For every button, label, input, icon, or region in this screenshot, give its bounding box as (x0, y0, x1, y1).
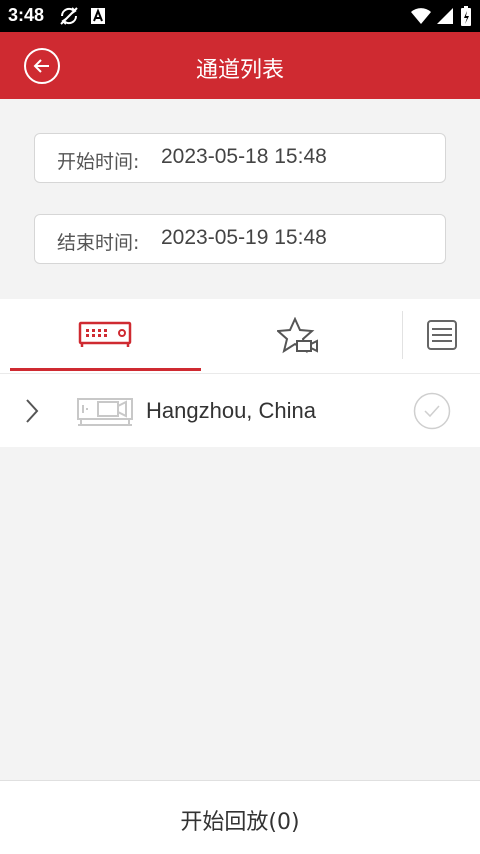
list-item-device[interactable]: Hangzhou, China (0, 374, 480, 447)
end-time-label: 结束时间: (57, 232, 140, 254)
battery-charging-icon (461, 6, 471, 26)
favorite-camera-icon (277, 317, 318, 354)
signal-icon (437, 8, 453, 24)
page-title: 通道列表 (195, 58, 284, 83)
app-bar: 通道列表 (0, 32, 480, 99)
status-bar: 3:48 (0, 0, 480, 32)
tab-list[interactable] (403, 299, 480, 373)
start-time-label: 开始时间: (57, 151, 140, 173)
check-circle-icon[interactable] (413, 392, 451, 430)
start-time-value: 2023-05-18 15:48 (161, 145, 327, 168)
bottom-bar: 开始回放(0) (0, 780, 480, 854)
start-playback-button[interactable]: 开始回放(0) (0, 804, 480, 836)
tab-devices[interactable] (10, 299, 201, 373)
end-time-field[interactable]: 结束时间: 2023-05-19 15:48 (34, 214, 446, 264)
list-icon (427, 320, 457, 350)
start-time-field[interactable]: 开始时间: 2023-05-18 15:48 (34, 133, 446, 183)
notification-a-icon (91, 8, 105, 24)
dvr-device-icon (78, 321, 132, 347)
dvr-camera-icon (77, 398, 133, 426)
wifi-icon (411, 8, 431, 24)
chevron-right-icon[interactable] (24, 398, 40, 424)
active-tab-indicator (10, 368, 201, 371)
tab-favorites[interactable] (201, 299, 402, 373)
end-time-value: 2023-05-19 15:48 (161, 226, 327, 249)
status-time: 3:48 (8, 5, 45, 25)
device-name: Hangzhou, China (146, 398, 317, 423)
device-tabs (0, 299, 480, 374)
sync-off-icon (60, 7, 78, 25)
